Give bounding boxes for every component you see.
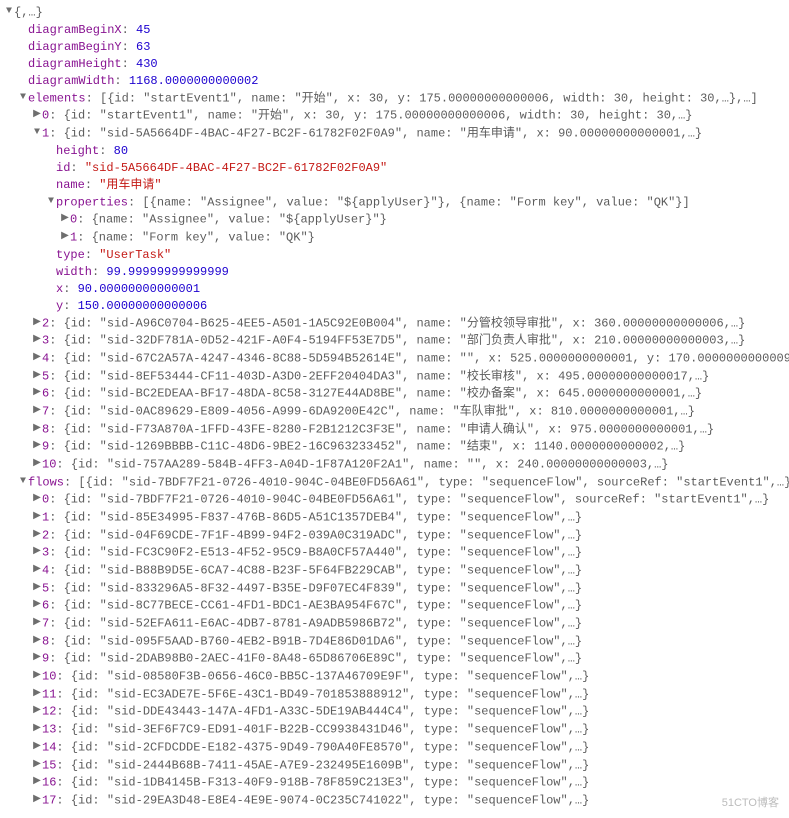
tree-row[interactable]: ▶6: {id: "sid-BC2EDEAA-BF17-48DA-8C58-31… xyxy=(4,385,789,403)
tree-row[interactable]: ▶12: {id: "sid-DDE43443-147A-4FD1-A33C-5… xyxy=(4,703,789,721)
tree-row[interactable]: diagramBeginY: 63 xyxy=(4,39,789,56)
tree-row[interactable]: ▶8: {id: "sid-095F5AAD-B760-4EB2-B91B-7D… xyxy=(4,633,789,651)
disclosure-down-icon[interactable]: ▼ xyxy=(4,3,14,20)
disclosure-right-icon[interactable]: ▶ xyxy=(32,349,42,366)
disclosure-right-icon[interactable]: ▶ xyxy=(32,596,42,613)
disclosure-right-icon[interactable]: ▶ xyxy=(60,228,70,245)
disclosure-right-icon[interactable]: ▶ xyxy=(32,455,42,472)
disclosure-right-icon[interactable]: ▶ xyxy=(32,106,42,123)
tree-row[interactable]: ▼properties: [{name: "Assignee", value: … xyxy=(4,194,789,212)
tree-row[interactable]: ▶0: {id: "sid-7BDF7F21-0726-4010-904C-04… xyxy=(4,491,789,509)
tree-row[interactable]: ▶13: {id: "sid-3EF6F7C9-ED91-401F-B22B-C… xyxy=(4,721,789,739)
tree-row[interactable]: ▶10: {id: "sid-757AA289-584B-4FF3-A04D-1… xyxy=(4,456,789,474)
disclosure-right-icon[interactable]: ▶ xyxy=(32,702,42,719)
disclosure-right-icon[interactable]: ▶ xyxy=(60,210,70,227)
tree-row[interactable]: name: "用车申请" xyxy=(4,177,789,194)
disclosure-right-icon[interactable]: ▶ xyxy=(32,756,42,773)
disclosure-right-icon[interactable]: ▶ xyxy=(32,331,42,348)
tree-row[interactable]: y: 150.00000000000006 xyxy=(4,298,789,315)
tree-row[interactable]: id: "sid-5A5664DF-4BAC-4F27-BC2F-61782F0… xyxy=(4,160,789,177)
tree-row[interactable]: ▶9: {id: "sid-1269BBBB-C11C-48D6-9BE2-16… xyxy=(4,438,789,456)
tree-row[interactable]: ▶11: {id: "sid-EC3ADE7E-5F6E-43C1-BD49-7… xyxy=(4,686,789,704)
disclosure-right-icon[interactable]: ▶ xyxy=(32,791,42,808)
tree-row[interactable]: ▶8: {id: "sid-F73A870A-1FFD-43FE-8280-F2… xyxy=(4,421,789,439)
disclosure-right-icon[interactable]: ▶ xyxy=(32,632,42,649)
tree-row[interactable]: ▼1: {id: "sid-5A5664DF-4BAC-4F27-BC2F-61… xyxy=(4,125,789,143)
tree-row[interactable]: ▶9: {id: "sid-2DAB98B0-2AEC-41F0-8A48-65… xyxy=(4,650,789,668)
tree-row[interactable]: ▶17: {id: "sid-29EA3D48-E8E4-4E9E-9074-0… xyxy=(4,792,789,810)
disclosure-right-icon[interactable]: ▶ xyxy=(32,561,42,578)
tree-row[interactable]: x: 90.00000000000001 xyxy=(4,281,789,298)
disclosure-right-icon[interactable]: ▶ xyxy=(32,526,42,543)
disclosure-right-icon[interactable]: ▶ xyxy=(32,490,42,507)
json-tree: ▼{,…}diagramBeginX: 45diagramBeginY: 63d… xyxy=(4,4,789,810)
tree-row[interactable]: ▶4: {id: "sid-67C2A57A-4247-4346-8C88-5D… xyxy=(4,350,789,368)
tree-row[interactable]: diagramHeight: 430 xyxy=(4,56,789,73)
tree-row[interactable]: height: 80 xyxy=(4,143,789,160)
tree-row[interactable]: ▶10: {id: "sid-08580F3B-0656-46C0-BB5C-1… xyxy=(4,668,789,686)
disclosure-right-icon[interactable]: ▶ xyxy=(32,367,42,384)
tree-row[interactable]: width: 99.99999999999999 xyxy=(4,264,789,281)
disclosure-right-icon[interactable]: ▶ xyxy=(32,420,42,437)
tree-row[interactable]: ▶7: {id: "sid-52EFA611-E6AC-4DB7-8781-A9… xyxy=(4,615,789,633)
tree-row[interactable]: ▼{,…} xyxy=(4,4,789,22)
tree-row[interactable]: diagramBeginX: 45 xyxy=(4,22,789,39)
tree-row[interactable]: ▶1: {name: "Form key", value: "QK"} xyxy=(4,229,789,247)
tree-row[interactable]: ▼flows: [{id: "sid-7BDF7F21-0726-4010-90… xyxy=(4,474,789,492)
disclosure-right-icon[interactable]: ▶ xyxy=(32,437,42,454)
disclosure-right-icon[interactable]: ▶ xyxy=(32,649,42,666)
tree-row[interactable]: ▶16: {id: "sid-1DB4145B-F313-40F9-918B-7… xyxy=(4,774,789,792)
disclosure-right-icon[interactable]: ▶ xyxy=(32,314,42,331)
disclosure-down-icon[interactable]: ▼ xyxy=(18,473,28,490)
tree-row[interactable]: ▶7: {id: "sid-0AC89629-E809-4056-A999-6D… xyxy=(4,403,789,421)
disclosure-right-icon[interactable]: ▶ xyxy=(32,720,42,737)
tree-row[interactable]: ▶2: {id: "sid-04F69CDE-7F1F-4B99-94F2-03… xyxy=(4,527,789,545)
disclosure-right-icon[interactable]: ▶ xyxy=(32,508,42,525)
tree-row[interactable]: diagramWidth: 1168.0000000000002 xyxy=(4,73,789,90)
tree-row[interactable]: type: "UserTask" xyxy=(4,247,789,264)
disclosure-right-icon[interactable]: ▶ xyxy=(32,614,42,631)
disclosure-right-icon[interactable]: ▶ xyxy=(32,667,42,684)
tree-row[interactable]: ▶0: {id: "startEvent1", name: "开始", x: 3… xyxy=(4,107,789,125)
disclosure-right-icon[interactable]: ▶ xyxy=(32,543,42,560)
disclosure-right-icon[interactable]: ▶ xyxy=(32,579,42,596)
tree-row[interactable]: ▶5: {id: "sid-8EF53444-CF11-403D-A3D0-2E… xyxy=(4,368,789,386)
tree-row[interactable]: ▶0: {name: "Assignee", value: "${applyUs… xyxy=(4,211,789,229)
tree-row[interactable]: ▶1: {id: "sid-85E34995-F837-476B-86D5-A5… xyxy=(4,509,789,527)
tree-row[interactable]: ▶5: {id: "sid-833296A5-8F32-4497-B35E-D9… xyxy=(4,580,789,598)
disclosure-down-icon[interactable]: ▼ xyxy=(32,124,42,141)
disclosure-right-icon[interactable]: ▶ xyxy=(32,402,42,419)
disclosure-right-icon[interactable]: ▶ xyxy=(32,738,42,755)
tree-row[interactable]: ▶2: {id: "sid-A96C0704-B625-4EE5-A501-1A… xyxy=(4,315,789,333)
watermark: 51CTO博客 xyxy=(722,795,779,812)
tree-row[interactable]: ▶15: {id: "sid-2444B68B-7411-45AE-A7E9-2… xyxy=(4,757,789,775)
tree-row[interactable]: ▶3: {id: "sid-32DF781A-0D52-421F-A0F4-51… xyxy=(4,332,789,350)
tree-row[interactable]: ▶3: {id: "sid-FC3C90F2-E513-4F52-95C9-B8… xyxy=(4,544,789,562)
disclosure-right-icon[interactable]: ▶ xyxy=(32,773,42,790)
tree-row[interactable]: ▶6: {id: "sid-8C77BECE-CC61-4FD1-BDC1-AE… xyxy=(4,597,789,615)
disclosure-right-icon[interactable]: ▶ xyxy=(32,685,42,702)
disclosure-right-icon[interactable]: ▶ xyxy=(32,384,42,401)
disclosure-down-icon[interactable]: ▼ xyxy=(46,193,56,210)
tree-row[interactable]: ▼elements: [{id: "startEvent1", name: "开… xyxy=(4,90,789,108)
tree-row[interactable]: ▶4: {id: "sid-B88B9D5E-6CA7-4C88-B23F-5F… xyxy=(4,562,789,580)
tree-row[interactable]: ▶14: {id: "sid-2CFDCDDE-E182-4375-9D49-7… xyxy=(4,739,789,757)
disclosure-down-icon[interactable]: ▼ xyxy=(18,89,28,106)
